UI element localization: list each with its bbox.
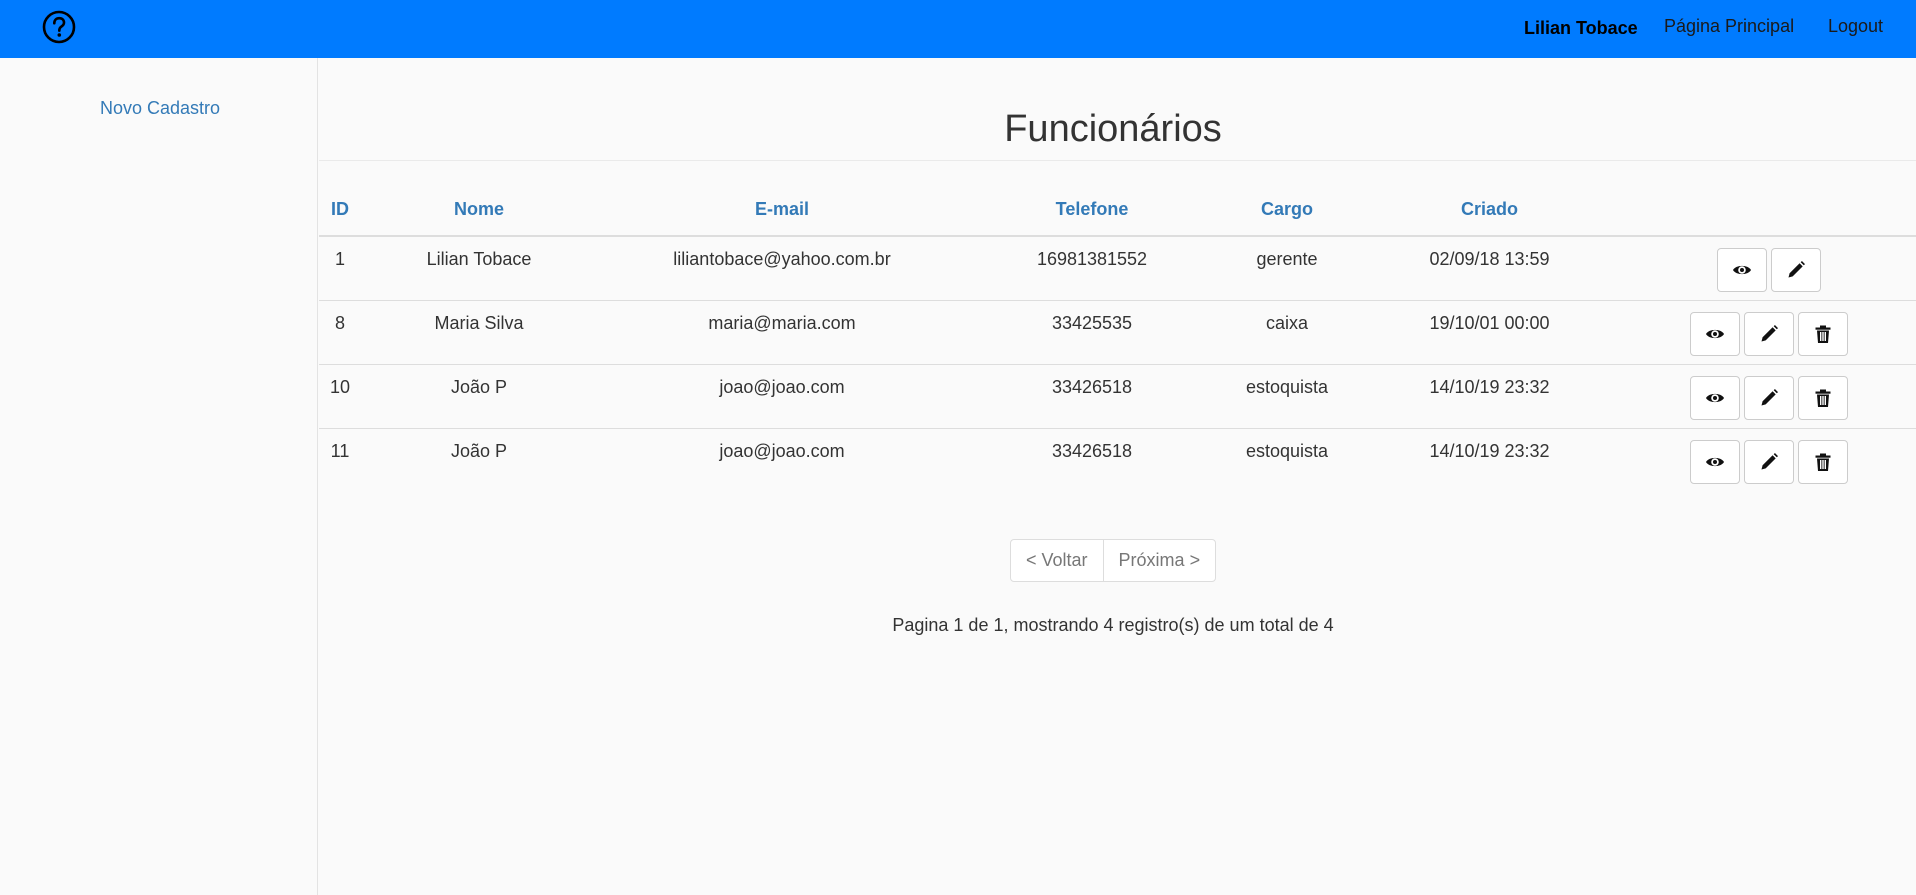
cell-telefone: 16981381552	[967, 236, 1217, 301]
page-title: Funcionários	[1004, 108, 1222, 150]
nav-user-name: Lilian Tobace	[1524, 18, 1638, 38]
cell-telefone: 33426518	[1051, 440, 1133, 461]
pencil-icon	[1761, 452, 1778, 469]
trash-icon	[1815, 325, 1831, 343]
column-header-cargo[interactable]: Cargo	[1217, 185, 1357, 237]
eye-icon	[1706, 329, 1724, 338]
edit-button[interactable]	[1771, 248, 1821, 292]
cell-cargo: gerente	[1217, 236, 1357, 301]
column-header-nome[interactable]: Nome	[361, 185, 597, 237]
pencil-icon	[1788, 261, 1805, 278]
pencil-icon	[1761, 324, 1778, 341]
cell-nome: João P	[450, 440, 508, 461]
view-button[interactable]	[1690, 311, 1740, 356]
cell-nome: Lilian Tobace	[361, 236, 597, 301]
view-button[interactable]	[1717, 248, 1767, 292]
title-divider	[319, 160, 1916, 161]
delete-button[interactable]	[1798, 311, 1848, 356]
cell-id: 11	[330, 440, 350, 461]
cell-criado: 14/10/19 23:32	[1429, 440, 1550, 461]
edit-button[interactable]	[1744, 375, 1794, 420]
cell-cargo: caixa	[1217, 300, 1357, 365]
table-row: 11 João P joao@joao.com 33426518 estoquista 1…	[319, 428, 1916, 492]
column-header-id[interactable]: ID	[319, 185, 361, 237]
question-circle-icon[interactable]	[42, 10, 76, 44]
eye-icon	[1733, 265, 1751, 275]
cell-telefone: 33426518	[967, 364, 1217, 429]
edit-button[interactable]	[1744, 439, 1794, 484]
edit-button[interactable]	[1744, 311, 1794, 356]
cell-cargo: estoquista	[1217, 364, 1357, 429]
cell-nome: Maria Silva	[361, 300, 597, 365]
table-body: 1 Lilian Tobace liliantobace@yahoo.com.br 1…	[319, 236, 1916, 492]
cell-id: 10	[319, 364, 361, 429]
main-content: Funcionários ID Nome E-mail Telefone Car…	[319, 58, 1916, 895]
nav-home-link[interactable]: Página Principal	[1664, 16, 1794, 37]
cell-email: liliantobace@yahoo.com.br	[597, 236, 967, 301]
column-header-email[interactable]: E-mail	[597, 185, 967, 237]
delete-button[interactable]	[1798, 439, 1848, 484]
cell-criado: 19/10/01 00:00	[1357, 300, 1622, 365]
new-record-link[interactable]: Novo Cadastro	[100, 98, 220, 119]
table-row: 8 Maria Silva maria@maria.com 33425535 caixa…	[319, 300, 1916, 365]
cell-cargo: estoquista	[1245, 440, 1329, 461]
view-button[interactable]	[1690, 375, 1740, 420]
cell-email: maria@maria.com	[597, 300, 967, 365]
cell-id: 1	[319, 236, 361, 301]
cell-email: joao@joao.com	[719, 440, 845, 461]
cell-actions	[1622, 364, 1916, 429]
table-header-row: ID Nome E-mail Telefone Cargo Criado	[319, 185, 1916, 237]
delete-button[interactable]	[1798, 375, 1848, 420]
eye-icon	[1706, 457, 1724, 466]
table-row: 1 Lilian Tobace liliantobace@yahoo.com.br 1…	[319, 236, 1916, 301]
column-header-telefone[interactable]: Telefone	[967, 185, 1217, 237]
previous-page-button[interactable]: < Voltar	[1011, 540, 1103, 581]
cell-actions	[1622, 236, 1916, 301]
pagination: < Voltar Próxima >	[1010, 539, 1217, 582]
cell-nome: João P	[361, 364, 597, 429]
cell-criado: 14/10/19 23:32	[1357, 364, 1622, 429]
trash-icon	[1815, 389, 1831, 407]
table-row: 10 João Pjoao@joao.com 33426518 estoquista 1…	[319, 364, 1916, 429]
pagination-summary: Pagina 1 de 1, mostrando 4 registro(s) d…	[892, 615, 1334, 635]
pencil-icon	[1761, 388, 1778, 405]
cell-criado: 02/09/18 13:59	[1357, 236, 1622, 301]
view-button[interactable]	[1690, 439, 1740, 484]
trash-icon	[1815, 453, 1831, 471]
cell-actions	[1622, 300, 1916, 365]
nav-logout-link[interactable]: Logout	[1828, 16, 1883, 37]
cell-email: joao@joao.com	[597, 364, 967, 429]
employees-table: ID Nome E-mail Telefone Cargo Criado 1 Li…	[319, 185, 1916, 492]
eye-icon	[1706, 393, 1724, 402]
cell-actions	[1622, 428, 1916, 492]
cell-id: 8	[319, 300, 361, 365]
cell-telefone: 33425535	[967, 300, 1217, 365]
next-page-button[interactable]: Próxima >	[1102, 540, 1216, 581]
column-header-criado[interactable]: Criado	[1357, 185, 1622, 237]
column-header-actions	[1622, 185, 1916, 237]
sidebar: Novo Cadastro	[0, 58, 318, 895]
top-navbar: Lilian Tobace Página Principal Logout	[0, 0, 1916, 58]
